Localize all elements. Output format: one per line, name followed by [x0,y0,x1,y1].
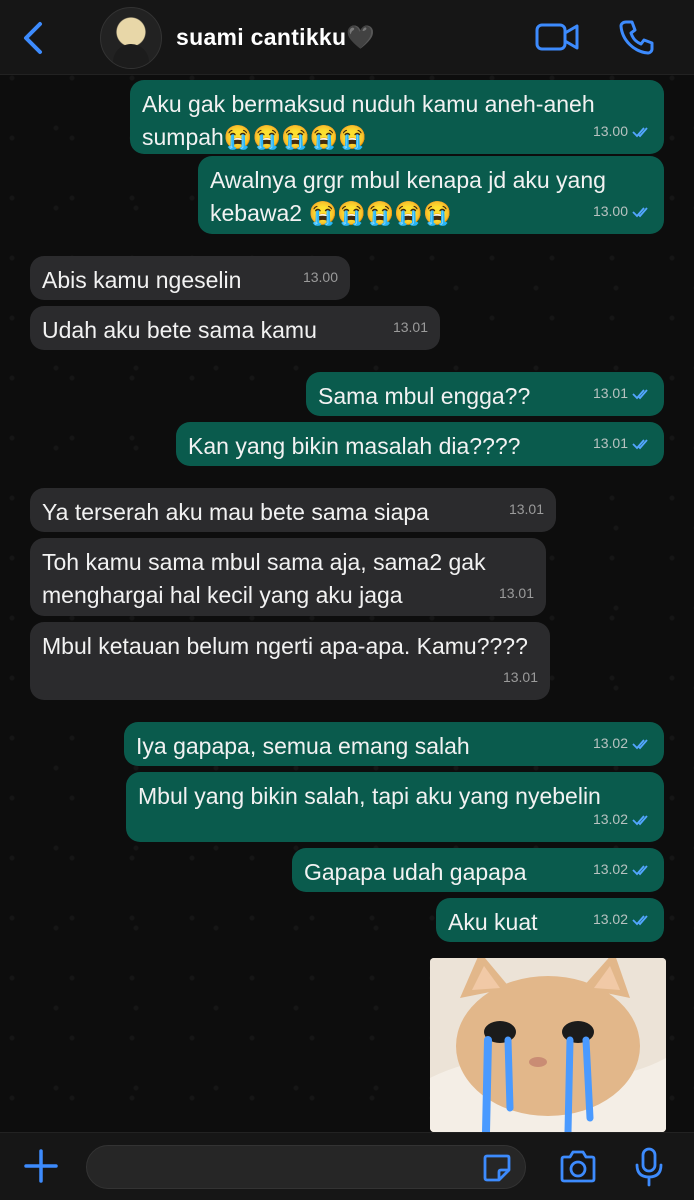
message-text: Udah aku bete sama kamu [42,317,317,343]
crying-cat-sticker[interactable] [430,958,666,1132]
read-ticks-icon [632,438,648,449]
video-call-icon[interactable] [534,20,580,54]
read-ticks-icon [632,206,648,217]
plus-icon[interactable] [22,1147,60,1185]
message-time: 13.02 [592,735,628,751]
phone-icon[interactable] [618,18,656,56]
sticker-icon[interactable] [481,1152,513,1184]
message-text: Aku gak bermaksud nuduh kamu aneh-aneh s… [142,91,602,150]
contact-avatar[interactable] [100,7,162,69]
message-bubble-incoming[interactable]: Toh kamu sama mbul sama aja, sama2 gak m… [30,538,546,616]
message-text: Mbul ketauan belum ngerti apa-apa. Kamu?… [42,633,528,659]
chat-screen: suami cantikku🖤 Aku gak bermaksud nuduh … [0,0,694,1200]
message-bubble-outgoing[interactable]: Aku kuat 13.02 [436,898,664,942]
message-bubble-outgoing[interactable]: Mbul yang bikin salah, tapi aku yang nye… [126,772,664,842]
message-time: 13.02 [592,811,628,827]
message-time: 13.02 [592,861,628,877]
read-ticks-icon [632,126,648,137]
message-time: 13.01 [392,319,428,335]
message-time: 13.01 [502,669,538,685]
message-text: Kan yang bikin masalah dia???? [188,433,521,459]
read-ticks-icon [632,914,648,925]
message-text: Toh kamu sama mbul sama aja, sama2 gak m… [42,549,492,608]
message-text: Ya terserah aku mau bete sama siapa [42,499,429,525]
message-time: 13.01 [508,501,544,517]
message-bubble-incoming[interactable]: Mbul ketauan belum ngerti apa-apa. Kamu?… [30,622,550,700]
read-ticks-icon [632,388,648,399]
read-ticks-icon [632,864,648,875]
message-time: 13.01 [592,385,628,401]
back-chevron-icon[interactable] [14,18,54,58]
chat-header: suami cantikku🖤 [0,0,694,75]
message-bubble-outgoing[interactable]: Awalnya grgr mbul kenapa jd aku yang keb… [198,156,664,234]
message-text: Awalnya grgr mbul kenapa jd aku yang keb… [210,167,613,226]
message-bubble-outgoing[interactable]: Iya gapapa, semua emang salah 13.02 [124,722,664,766]
microphone-icon[interactable] [634,1147,664,1187]
read-ticks-icon [632,814,648,825]
message-bubble-outgoing[interactable]: Sama mbul engga?? 13.01 [306,372,664,416]
message-bubble-outgoing[interactable]: Kan yang bikin masalah dia???? 13.01 [176,422,664,466]
message-bubble-outgoing[interactable]: Gapapa udah gapapa 13.02 [292,848,664,892]
message-time: 13.00 [592,123,628,139]
message-bubble-incoming[interactable]: Ya terserah aku mau bete sama siapa 13.0… [30,488,556,532]
camera-icon[interactable] [558,1149,598,1185]
message-time: 13.00 [592,203,628,219]
message-text: Mbul yang bikin salah, tapi aku yang nye… [138,783,601,809]
message-input-bar [0,1132,694,1200]
contact-name[interactable]: suami cantikku🖤 [176,24,375,51]
message-text: Abis kamu ngeselin [42,267,242,293]
message-bubble-incoming[interactable]: Udah aku bete sama kamu 13.01 [30,306,440,350]
cat-illustration [430,958,666,1132]
message-list[interactable]: Aku gak bermaksud nuduh kamu aneh-aneh s… [0,74,694,1132]
message-time: 13.02 [592,911,628,927]
message-time: 13.00 [302,269,338,285]
message-input[interactable] [86,1145,526,1189]
message-time: 13.01 [592,435,628,451]
message-bubble-incoming[interactable]: Abis kamu ngeselin 13.00 [30,256,350,300]
read-ticks-icon [632,738,648,749]
message-time: 13.01 [498,585,534,601]
message-bubble-outgoing[interactable]: Aku gak bermaksud nuduh kamu aneh-aneh s… [130,80,664,154]
message-text: Iya gapapa, semua emang salah [136,733,470,759]
